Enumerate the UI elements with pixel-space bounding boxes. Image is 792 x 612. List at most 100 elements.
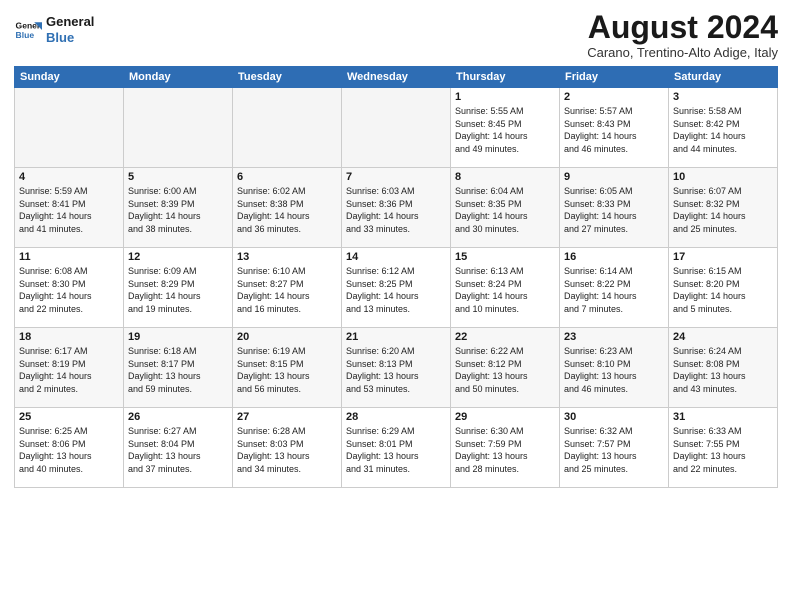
day-number: 5: [128, 171, 228, 183]
day-info: Sunrise: 6:08 AM Sunset: 8:30 PM Dayligh…: [19, 265, 119, 315]
calendar-cell: 29 Sunrise: 6:30 AM Sunset: 7:59 PM Dayli…: [451, 408, 560, 488]
svg-text:Blue: Blue: [16, 29, 35, 39]
day-info: Sunrise: 6:10 AM Sunset: 8:27 PM Dayligh…: [237, 265, 337, 315]
day-info: Sunrise: 6:28 AM Sunset: 8:03 PM Dayligh…: [237, 425, 337, 475]
day-info: Sunrise: 6:09 AM Sunset: 8:29 PM Dayligh…: [128, 265, 228, 315]
day-info: Sunrise: 6:02 AM Sunset: 8:38 PM Dayligh…: [237, 185, 337, 235]
calendar-cell: [233, 88, 342, 168]
day-info: Sunrise: 6:24 AM Sunset: 8:08 PM Dayligh…: [673, 345, 773, 395]
day-number: 2: [564, 91, 664, 103]
day-number: 8: [455, 171, 555, 183]
calendar-cell: 19 Sunrise: 6:18 AM Sunset: 8:17 PM Dayli…: [124, 328, 233, 408]
day-info: Sunrise: 6:22 AM Sunset: 8:12 PM Dayligh…: [455, 345, 555, 395]
logo: General Blue General Blue: [14, 14, 94, 45]
calendar-table: SundayMondayTuesdayWednesdayThursdayFrid…: [14, 66, 778, 488]
day-number: 20: [237, 331, 337, 343]
day-info: Sunrise: 5:58 AM Sunset: 8:42 PM Dayligh…: [673, 105, 773, 155]
calendar-week-4: 18 Sunrise: 6:17 AM Sunset: 8:19 PM Dayli…: [15, 328, 778, 408]
day-info: Sunrise: 6:19 AM Sunset: 8:15 PM Dayligh…: [237, 345, 337, 395]
calendar-cell: [15, 88, 124, 168]
day-info: Sunrise: 6:17 AM Sunset: 8:19 PM Dayligh…: [19, 345, 119, 395]
day-info: Sunrise: 6:32 AM Sunset: 7:57 PM Dayligh…: [564, 425, 664, 475]
calendar-cell: 6Sunrise: 6:02 AM Sunset: 8:38 PM Daylig…: [233, 168, 342, 248]
calendar-cell: 15Sunrise: 6:13 AM Sunset: 8:24 PM Dayli…: [451, 248, 560, 328]
calendar-cell: 7 Sunrise: 6:03 AM Sunset: 8:36 PM Daylig…: [342, 168, 451, 248]
day-info: Sunrise: 6:03 AM Sunset: 8:36 PM Dayligh…: [346, 185, 446, 235]
day-info: Sunrise: 6:20 AM Sunset: 8:13 PM Dayligh…: [346, 345, 446, 395]
day-number: 19: [128, 331, 228, 343]
day-info: Sunrise: 6:04 AM Sunset: 8:35 PM Dayligh…: [455, 185, 555, 235]
calendar-cell: 9Sunrise: 6:05 AM Sunset: 8:33 PM Daylig…: [560, 168, 669, 248]
day-number: 23: [564, 331, 664, 343]
calendar-cell: 18 Sunrise: 6:17 AM Sunset: 8:19 PM Dayli…: [15, 328, 124, 408]
day-number: 3: [673, 91, 773, 103]
calendar-cell: 26 Sunrise: 6:27 AM Sunset: 8:04 PM Dayli…: [124, 408, 233, 488]
logo-icon: General Blue: [14, 16, 42, 44]
calendar-cell: 5 Sunrise: 6:00 AM Sunset: 8:39 PM Daylig…: [124, 168, 233, 248]
calendar-cell: 27 Sunrise: 6:28 AM Sunset: 8:03 PM Dayli…: [233, 408, 342, 488]
logo-general: General: [46, 14, 94, 30]
calendar-cell: 31 Sunrise: 6:33 AM Sunset: 7:55 PM Dayli…: [669, 408, 778, 488]
day-number: 18: [19, 331, 119, 343]
day-info: Sunrise: 6:29 AM Sunset: 8:01 PM Dayligh…: [346, 425, 446, 475]
day-info: Sunrise: 6:00 AM Sunset: 8:39 PM Dayligh…: [128, 185, 228, 235]
calendar-week-1: 1Sunrise: 5:55 AM Sunset: 8:45 PM Daylig…: [15, 88, 778, 168]
day-number: 16: [564, 251, 664, 263]
location-subtitle: Carano, Trentino-Alto Adige, Italy: [587, 45, 778, 60]
calendar-cell: 14 Sunrise: 6:12 AM Sunset: 8:25 PM Dayli…: [342, 248, 451, 328]
calendar-cell: 8 Sunrise: 6:04 AM Sunset: 8:35 PM Daylig…: [451, 168, 560, 248]
day-info: Sunrise: 6:18 AM Sunset: 8:17 PM Dayligh…: [128, 345, 228, 395]
weekday-header-tuesday: Tuesday: [233, 67, 342, 88]
day-number: 1: [455, 91, 555, 103]
day-info: Sunrise: 6:14 AM Sunset: 8:22 PM Dayligh…: [564, 265, 664, 315]
calendar-cell: 20 Sunrise: 6:19 AM Sunset: 8:15 PM Dayli…: [233, 328, 342, 408]
day-number: 13: [237, 251, 337, 263]
weekday-header-monday: Monday: [124, 67, 233, 88]
day-info: Sunrise: 6:33 AM Sunset: 7:55 PM Dayligh…: [673, 425, 773, 475]
day-number: 7: [346, 171, 446, 183]
weekday-header-wednesday: Wednesday: [342, 67, 451, 88]
day-info: Sunrise: 6:15 AM Sunset: 8:20 PM Dayligh…: [673, 265, 773, 315]
calendar-cell: 13 Sunrise: 6:10 AM Sunset: 8:27 PM Dayli…: [233, 248, 342, 328]
weekday-header-row: SundayMondayTuesdayWednesdayThursdayFrid…: [15, 67, 778, 88]
calendar-cell: 21 Sunrise: 6:20 AM Sunset: 8:13 PM Dayli…: [342, 328, 451, 408]
calendar-cell: 23 Sunrise: 6:23 AM Sunset: 8:10 PM Dayli…: [560, 328, 669, 408]
day-number: 31: [673, 411, 773, 423]
day-number: 12: [128, 251, 228, 263]
calendar-cell: 22 Sunrise: 6:22 AM Sunset: 8:12 PM Dayli…: [451, 328, 560, 408]
calendar-cell: 28 Sunrise: 6:29 AM Sunset: 8:01 PM Dayli…: [342, 408, 451, 488]
calendar-week-5: 25Sunrise: 6:25 AM Sunset: 8:06 PM Dayli…: [15, 408, 778, 488]
day-info: Sunrise: 6:30 AM Sunset: 7:59 PM Dayligh…: [455, 425, 555, 475]
day-number: 27: [237, 411, 337, 423]
day-number: 10: [673, 171, 773, 183]
calendar-cell: 30 Sunrise: 6:32 AM Sunset: 7:57 PM Dayli…: [560, 408, 669, 488]
calendar-cell: 24 Sunrise: 6:24 AM Sunset: 8:08 PM Dayli…: [669, 328, 778, 408]
page-header: General Blue General Blue August 2024 Ca…: [14, 10, 778, 60]
day-info: Sunrise: 6:23 AM Sunset: 8:10 PM Dayligh…: [564, 345, 664, 395]
day-info: Sunrise: 6:13 AM Sunset: 8:24 PM Dayligh…: [455, 265, 555, 315]
weekday-header-friday: Friday: [560, 67, 669, 88]
day-number: 22: [455, 331, 555, 343]
day-number: 29: [455, 411, 555, 423]
day-info: Sunrise: 5:59 AM Sunset: 8:41 PM Dayligh…: [19, 185, 119, 235]
day-number: 14: [346, 251, 446, 263]
day-number: 4: [19, 171, 119, 183]
calendar-cell: 2Sunrise: 5:57 AM Sunset: 8:43 PM Daylig…: [560, 88, 669, 168]
day-info: Sunrise: 6:05 AM Sunset: 8:33 PM Dayligh…: [564, 185, 664, 235]
day-number: 24: [673, 331, 773, 343]
calendar-cell: [124, 88, 233, 168]
day-info: Sunrise: 6:12 AM Sunset: 8:25 PM Dayligh…: [346, 265, 446, 315]
day-info: Sunrise: 6:27 AM Sunset: 8:04 PM Dayligh…: [128, 425, 228, 475]
day-number: 17: [673, 251, 773, 263]
calendar-cell: 11Sunrise: 6:08 AM Sunset: 8:30 PM Dayli…: [15, 248, 124, 328]
calendar-cell: 4 Sunrise: 5:59 AM Sunset: 8:41 PM Daylig…: [15, 168, 124, 248]
calendar-cell: 3 Sunrise: 5:58 AM Sunset: 8:42 PM Daylig…: [669, 88, 778, 168]
day-number: 30: [564, 411, 664, 423]
day-info: Sunrise: 6:07 AM Sunset: 8:32 PM Dayligh…: [673, 185, 773, 235]
calendar-cell: 16 Sunrise: 6:14 AM Sunset: 8:22 PM Dayli…: [560, 248, 669, 328]
weekday-header-thursday: Thursday: [451, 67, 560, 88]
day-number: 21: [346, 331, 446, 343]
day-number: 28: [346, 411, 446, 423]
calendar-cell: 17 Sunrise: 6:15 AM Sunset: 8:20 PM Dayli…: [669, 248, 778, 328]
day-number: 26: [128, 411, 228, 423]
